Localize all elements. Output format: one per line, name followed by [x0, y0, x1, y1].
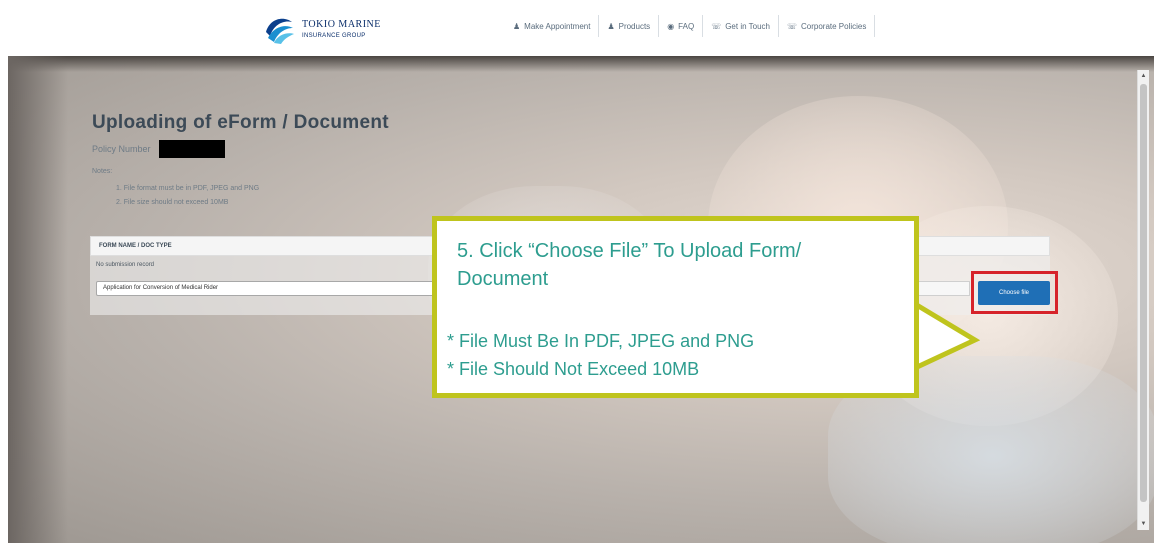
scroll-down-arrow-icon[interactable]: ▼: [1138, 518, 1149, 530]
policy-number-redacted: [158, 140, 225, 158]
main-nav: ♟ Make Appointment ♟ Products ◉ FAQ ☏ Get in…: [505, 15, 876, 37]
brand-name: TOKIO MARINE: [302, 18, 381, 30]
vertical-scrollbar[interactable]: ▲ ▼: [1137, 70, 1149, 530]
nav-products[interactable]: ♟ Products: [599, 15, 660, 37]
notes-title: Notes:: [92, 168, 113, 175]
brand-subname: INSURANCE GROUP: [302, 32, 366, 39]
column-header-form-name: FORM NAME / DOC TYPE: [99, 243, 172, 249]
form-type-selected-value: Application for Conversion of Medical Ri…: [103, 285, 219, 291]
nav-label: Get in Touch: [725, 21, 770, 31]
instruction-callout: 5. Click “Choose File” To Upload Form/ D…: [432, 216, 919, 398]
page-title: Uploading of eForm / Document: [92, 112, 389, 133]
phone-icon: ☏: [786, 21, 797, 31]
scroll-up-arrow-icon[interactable]: ▲: [1138, 70, 1149, 82]
nav-label: Products: [618, 21, 651, 31]
callout-step-text: 5. Click “Choose File” To Upload Form/ D…: [457, 240, 802, 290]
nav-label: FAQ: [678, 21, 695, 31]
phone-icon: ☏: [711, 21, 722, 31]
nav-get-in-touch[interactable]: ☏ Get in Touch: [703, 15, 779, 37]
callout-requirement: * File Should Not Exceed 10MB: [447, 359, 700, 379]
policy-number-row: Policy Number: [92, 140, 225, 158]
nav-make-appointment[interactable]: ♟ Make Appointment: [505, 15, 600, 37]
policy-number-label: Policy Number: [92, 144, 151, 154]
eye-icon: ◉: [667, 21, 675, 31]
note-item: 2. File size should not exceed 10MB: [116, 199, 229, 206]
user-icon: ♟: [607, 21, 615, 31]
submission-status-text: No submission record: [96, 262, 155, 268]
nav-faq[interactable]: ◉ FAQ: [659, 15, 704, 37]
choose-file-button[interactable]: Choose file: [978, 281, 1050, 305]
scroll-thumb[interactable]: [1140, 84, 1147, 502]
user-icon: ♟: [513, 21, 521, 31]
nav-label: Make Appointment: [524, 21, 591, 31]
nav-corporate-policies[interactable]: ☏ Corporate Policies: [779, 15, 876, 37]
tokio-marine-logo-icon: [266, 18, 294, 44]
note-item: 1. File format must be in PDF, JPEG and …: [116, 185, 260, 192]
nav-label: Corporate Policies: [801, 21, 867, 31]
brand-logo[interactable]: TOKIO MARINE INSURANCE GROUP: [262, 12, 381, 46]
top-navigation-bar: TOKIO MARINE INSURANCE GROUP ♟ Make Appoi…: [0, 0, 1162, 55]
callout-requirement: * File Must Be In PDF, JPEG and PNG: [447, 331, 755, 351]
